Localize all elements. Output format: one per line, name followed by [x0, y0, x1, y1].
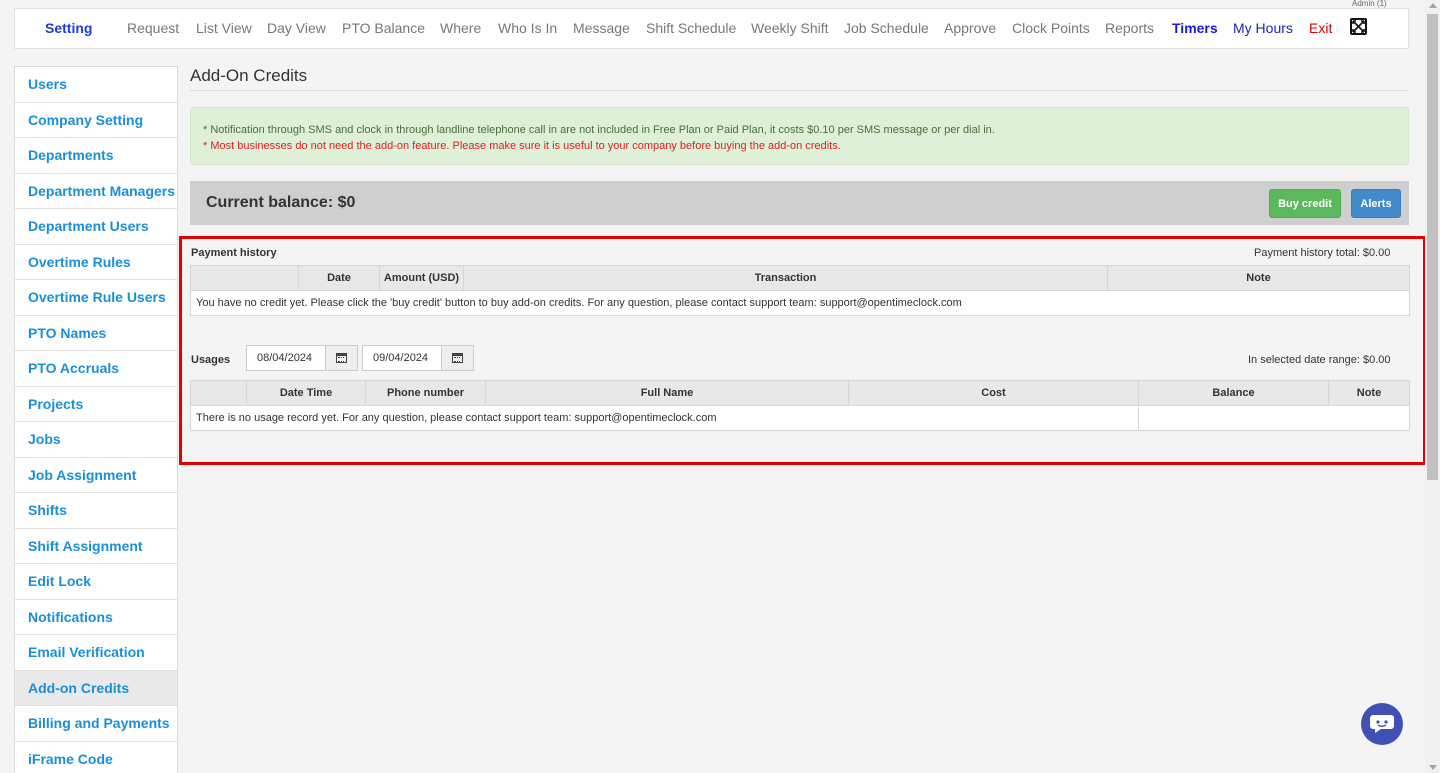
- top-nav: Setting Request List View Day View PTO B…: [14, 8, 1409, 49]
- sidebar-item-pto-accruals[interactable]: PTO Accruals: [15, 351, 177, 387]
- nav-clock-points[interactable]: Clock Points: [1012, 20, 1090, 36]
- sidebar-item-email-verification[interactable]: Email Verification: [15, 635, 177, 671]
- chat-bubble-icon: [1370, 715, 1394, 733]
- nav-list-view[interactable]: List View: [196, 20, 252, 36]
- sidebar-item-projects[interactable]: Projects: [15, 387, 177, 422]
- sidebar-item-pto-names[interactable]: PTO Names: [15, 316, 177, 351]
- nav-timers[interactable]: Timers: [1172, 20, 1218, 36]
- nav-approve[interactable]: Approve: [944, 20, 996, 36]
- sidebar-item-shift-assignment[interactable]: Shift Assignment: [15, 529, 177, 564]
- sidebar-item-overtime-rule-users[interactable]: Overtime Rule Users: [15, 280, 177, 316]
- main-content: Add-On Credits * Notification through SM…: [190, 66, 1409, 225]
- highlight-box: [179, 236, 1426, 465]
- scrollbar-thumb[interactable]: [1427, 14, 1438, 480]
- notice-pricing-text: * Notification through SMS and clock in …: [203, 124, 995, 136]
- current-balance: Current balance: $0: [206, 194, 356, 211]
- chat-widget-button[interactable]: [1361, 703, 1403, 745]
- fullscreen-icon[interactable]: [1350, 18, 1367, 35]
- sidebar-item-add-on-credits[interactable]: Add-on Credits: [15, 670, 177, 706]
- nav-request[interactable]: Request: [127, 20, 179, 36]
- sidebar-item-iframe-code[interactable]: iFrame Code: [15, 742, 177, 773]
- scroll-down-arrow-icon[interactable]: [1429, 765, 1437, 770]
- sidebar-item-department-managers[interactable]: Department Managers: [15, 174, 177, 209]
- nav-shift-schedule[interactable]: Shift Schedule: [646, 20, 736, 36]
- sidebar-item-job-assignment[interactable]: Job Assignment: [15, 458, 177, 493]
- sidebar-item-billing-and-payments[interactable]: Billing and Payments: [15, 706, 177, 742]
- settings-sidebar: Users Company Setting Departments Depart…: [14, 66, 178, 773]
- nav-pto-balance[interactable]: PTO Balance: [342, 20, 425, 36]
- sidebar-item-jobs[interactable]: Jobs: [15, 422, 177, 458]
- balance-bar: Current balance: $0 Buy credit Alerts: [190, 181, 1409, 225]
- sidebar-item-edit-lock[interactable]: Edit Lock: [15, 564, 177, 600]
- nav-where[interactable]: Where: [440, 20, 481, 36]
- nav-weekly-shift[interactable]: Weekly Shift: [751, 20, 829, 36]
- sidebar-item-shifts[interactable]: Shifts: [15, 493, 177, 529]
- sidebar-item-company-setting[interactable]: Company Setting: [15, 103, 177, 138]
- alerts-button[interactable]: Alerts: [1351, 189, 1401, 218]
- nav-setting[interactable]: Setting: [45, 20, 92, 36]
- scroll-up-arrow-icon[interactable]: [1429, 3, 1437, 8]
- nav-who-is-in[interactable]: Who Is In: [498, 20, 557, 36]
- sidebar-item-overtime-rules[interactable]: Overtime Rules: [15, 245, 177, 280]
- nav-job-schedule[interactable]: Job Schedule: [844, 20, 929, 36]
- buy-credit-button[interactable]: Buy credit: [1269, 189, 1341, 218]
- addon-notice: * Notification through SMS and clock in …: [190, 107, 1409, 165]
- nav-exit[interactable]: Exit: [1309, 20, 1332, 36]
- sidebar-item-department-users[interactable]: Department Users: [15, 209, 177, 245]
- nav-reports[interactable]: Reports: [1105, 20, 1154, 36]
- nav-message[interactable]: Message: [573, 20, 630, 36]
- sidebar-item-departments[interactable]: Departments: [15, 138, 177, 174]
- page-title: Add-On Credits: [190, 66, 1408, 91]
- notice-warning-text: * Most businesses do not need the add-on…: [203, 140, 841, 152]
- nav-day-view[interactable]: Day View: [267, 20, 326, 36]
- admin-label: Admin (1): [1352, 0, 1387, 8]
- sidebar-item-notifications[interactable]: Notifications: [15, 600, 177, 635]
- page-scrollbar[interactable]: [1425, 0, 1440, 773]
- sidebar-item-users[interactable]: Users: [15, 67, 177, 103]
- nav-my-hours[interactable]: My Hours: [1233, 20, 1293, 36]
